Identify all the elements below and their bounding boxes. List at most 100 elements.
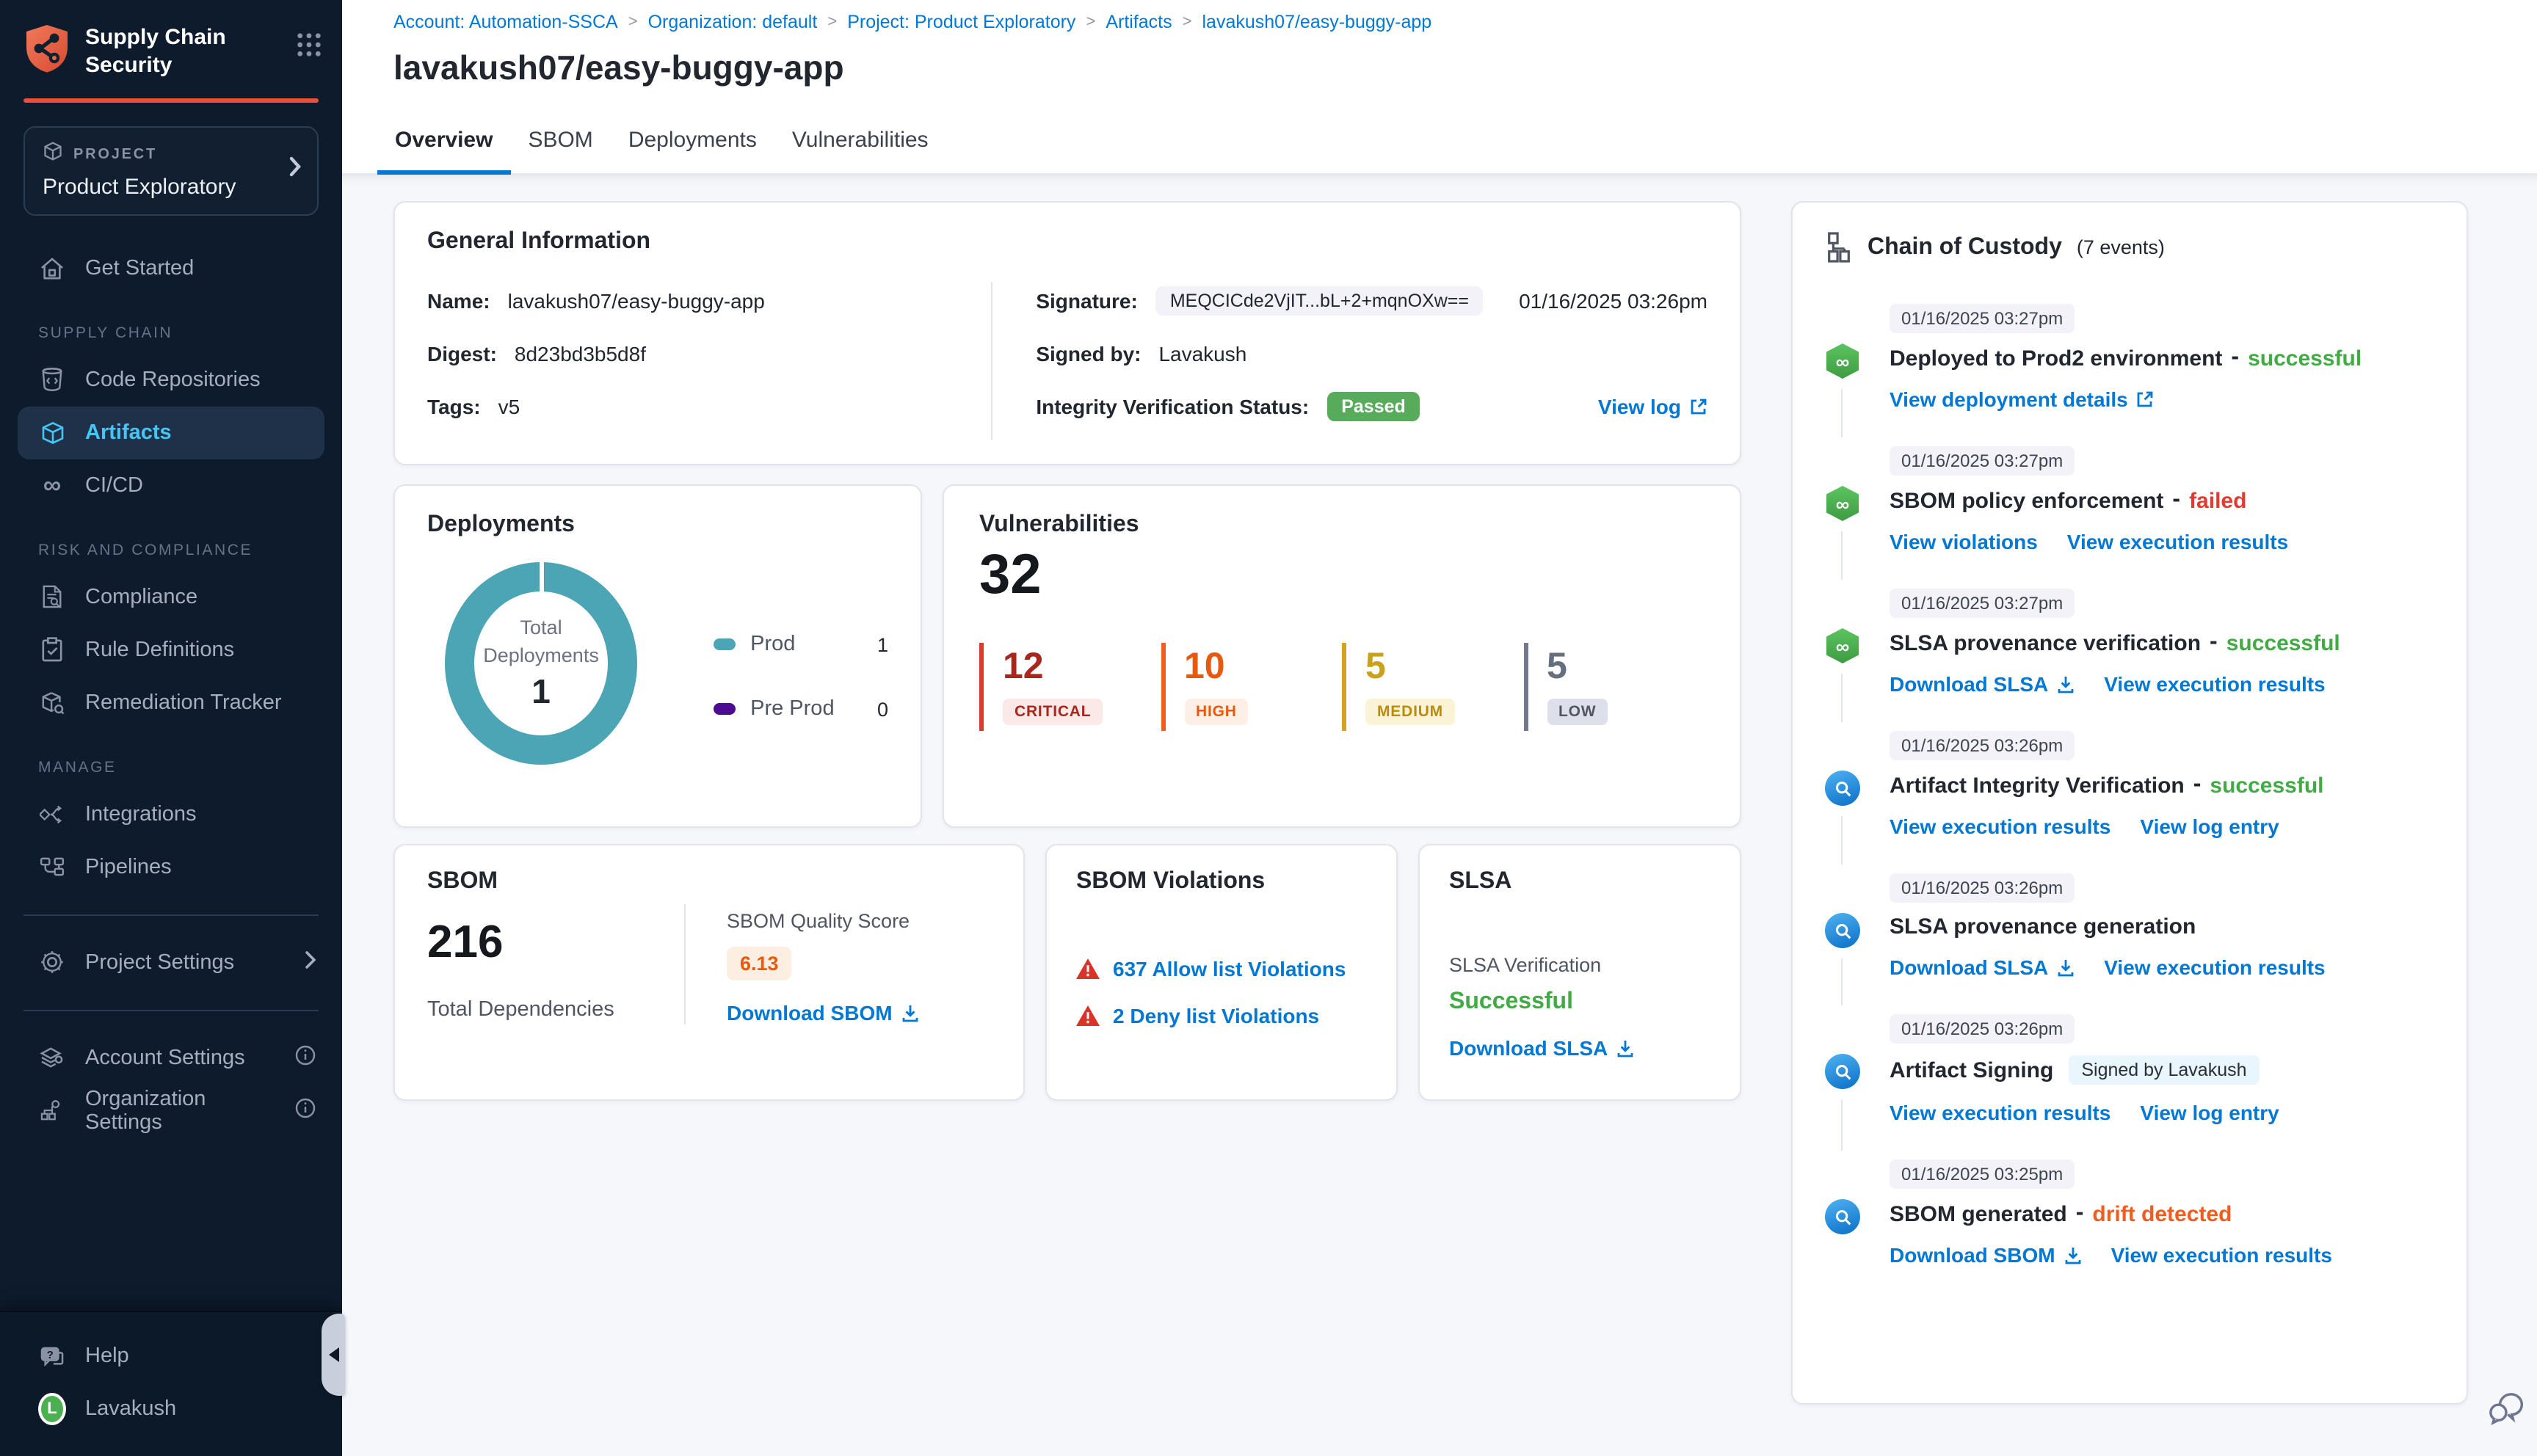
signature-label: Signature: [1036, 289, 1138, 313]
gear-icon [38, 950, 66, 975]
view-deployment-details-link[interactable]: View deployment details [1890, 387, 2155, 411]
project-selector[interactable]: PROJECT Product Exploratory [23, 125, 319, 215]
view-execution-results-link[interactable]: View execution results [2111, 1243, 2332, 1267]
document-search-icon [38, 584, 66, 609]
severity-critical: 12 CRITICAL [979, 643, 1161, 731]
sidebar-item-project-settings[interactable]: Project Settings [0, 936, 342, 989]
app-switcher-icon[interactable] [297, 32, 322, 65]
status-badge-passed: Passed [1326, 392, 1420, 421]
sidebar-item-label: Compliance [85, 585, 198, 608]
view-execution-results-link[interactable]: View execution results [1890, 1101, 2110, 1124]
legend-item-prod: Prod 1 [714, 633, 888, 656]
breadcrumb-separator: > [827, 13, 838, 31]
view-violations-link[interactable]: View violations [1890, 530, 2038, 553]
allow-list-violations-link[interactable]: 637 Allow list Violations [1113, 957, 1346, 980]
sidebar-section-supply-chain: SUPPLY CHAIN [38, 324, 173, 341]
brand: Supply Chain Security [0, 0, 342, 80]
sidebar-item-label: Remediation Tracker [85, 691, 282, 714]
integrity-status-label: Integrity Verification Status: [1036, 395, 1310, 418]
sidebar-item-organization-settings[interactable]: Organization Settings [0, 1084, 342, 1137]
download-slsa-link[interactable]: Download SLSA [1890, 956, 2075, 979]
code-repository-icon [38, 367, 66, 392]
breadcrumb-current[interactable]: lavakush07/easy-buggy-app [1202, 12, 1432, 32]
tab-deployments[interactable]: Deployments [611, 110, 774, 175]
timeline-event: ∞ 01/16/2025 03:27pm Deployed to Prod2 e… [1825, 304, 2434, 437]
digest-label: Digest: [427, 342, 497, 365]
scan-event-icon [1825, 1199, 1860, 1234]
info-icon[interactable] [295, 1097, 316, 1124]
sidebar-item-rule-definitions[interactable]: Rule Definitions [0, 623, 342, 676]
view-log-entry-link[interactable]: View log entry [2140, 815, 2279, 838]
timeline-event: 01/16/2025 03:26pm Artifact Signing Sign… [1825, 1014, 2434, 1151]
user-menu[interactable]: L Lavakush [0, 1383, 342, 1435]
chain-of-custody-title: Chain of Custody [1868, 234, 2062, 259]
sidebar-item-cicd[interactable]: ∞ CI/CD [0, 459, 342, 512]
download-slsa-link[interactable]: Download SLSA [1890, 672, 2075, 696]
event-timestamp: 01/16/2025 03:27pm [1890, 589, 2075, 618]
layers-gear-icon [38, 1046, 66, 1069]
pipeline-event-icon: ∞ [1826, 343, 1859, 379]
download-icon [2058, 959, 2074, 976]
slsa-verification-label: SLSA Verification [1449, 954, 1602, 976]
sidebar-item-artifacts[interactable]: Artifacts [18, 406, 324, 459]
signature-value-chip[interactable]: MEQCICde2VjIT...bL+2+mqnOXw== [1155, 286, 1484, 316]
view-execution-results-link[interactable]: View execution results [2104, 672, 2325, 696]
download-icon [2058, 676, 2074, 693]
sidebar-item-code-repositories[interactable]: Code Repositories [0, 353, 342, 406]
app-window: Supply Chain Security PROJECT Product Ex… [0, 0, 2537, 1456]
info-icon[interactable] [295, 1044, 316, 1071]
view-log-link[interactable]: View log [1598, 395, 1707, 418]
view-log-entry-link[interactable]: View log entry [2140, 1101, 2279, 1124]
view-execution-results-link[interactable]: View execution results [2067, 530, 2288, 553]
artifacts-cube-icon [38, 421, 66, 444]
download-slsa-link[interactable]: Download SLSA [1449, 1036, 1634, 1060]
collapse-left-icon [328, 1347, 338, 1362]
sidebar-item-pipelines[interactable]: Pipelines [0, 840, 342, 893]
card-title: SLSA [1449, 869, 1512, 894]
sidebar-item-label: Pipelines [85, 855, 172, 878]
sidebar-item-account-settings[interactable]: Account Settings [0, 1031, 342, 1084]
breadcrumb-separator: > [628, 13, 638, 31]
tab-overview[interactable]: Overview [377, 110, 511, 175]
sbom-total-dependencies-value: 216 [427, 916, 504, 967]
view-execution-results-link[interactable]: View execution results [2104, 956, 2325, 979]
sidebar: Supply Chain Security PROJECT Product Ex… [0, 0, 342, 1456]
breadcrumb-artifacts[interactable]: Artifacts [1106, 12, 1172, 32]
project-cube-icon [43, 140, 63, 168]
card-title: SBOM Violations [1076, 869, 1266, 894]
sidebar-item-integrations[interactable]: Integrations [0, 787, 342, 840]
event-timestamp: 01/16/2025 03:26pm [1890, 731, 2075, 760]
pipelines-icon [38, 857, 66, 876]
tab-vulnerabilities[interactable]: Vulnerabilities [774, 110, 946, 175]
sidebar-item-label: Get Started [85, 256, 195, 280]
download-sbom-link[interactable]: Download SBOM [1890, 1243, 2082, 1267]
page-header: Account: Automation-SSCA > Organization:… [342, 0, 2537, 175]
download-sbom-link[interactable]: Download SBOM [727, 1001, 919, 1024]
sidebar-item-label: Code Repositories [85, 368, 261, 391]
sidebar-section-risk: RISK AND COMPLIANCE [38, 541, 253, 558]
tab-sbom[interactable]: SBOM [510, 110, 610, 175]
timeline-event: ∞ 01/16/2025 03:27pm SLSA provenance ver… [1825, 589, 2434, 722]
sidebar-divider [23, 914, 319, 915]
name-label: Name: [427, 289, 490, 313]
chevron-right-icon [305, 950, 316, 974]
prod-swatch-icon [714, 638, 736, 650]
sbom-quality-score-value: 6.13 [727, 947, 792, 980]
sidebar-item-label: Rule Definitions [85, 638, 235, 661]
sidebar-collapse-handle[interactable] [322, 1314, 345, 1396]
breadcrumb-project[interactable]: Project: Product Exploratory [847, 12, 1075, 32]
app-title: Supply Chain Security [85, 25, 226, 78]
breadcrumb-separator: > [1086, 13, 1096, 31]
feedback-chat-icon[interactable] [2487, 1391, 2524, 1433]
breadcrumb-separator: > [1182, 13, 1192, 31]
card-title: Vulnerabilities [979, 512, 1139, 537]
sidebar-item-compliance[interactable]: Compliance [0, 570, 342, 623]
sidebar-item-get-started[interactable]: Get Started [0, 241, 342, 294]
view-execution-results-link[interactable]: View execution results [1890, 815, 2110, 838]
sidebar-item-label: Account Settings [85, 1046, 245, 1069]
help-button[interactable]: ? Help [0, 1330, 342, 1383]
breadcrumb-organization[interactable]: Organization: default [648, 12, 818, 32]
breadcrumb-account[interactable]: Account: Automation-SSCA [393, 12, 618, 32]
deny-list-violations-link[interactable]: 2 Deny list Violations [1113, 1004, 1319, 1027]
sidebar-item-remediation-tracker[interactable]: Remediation Tracker [0, 676, 342, 729]
